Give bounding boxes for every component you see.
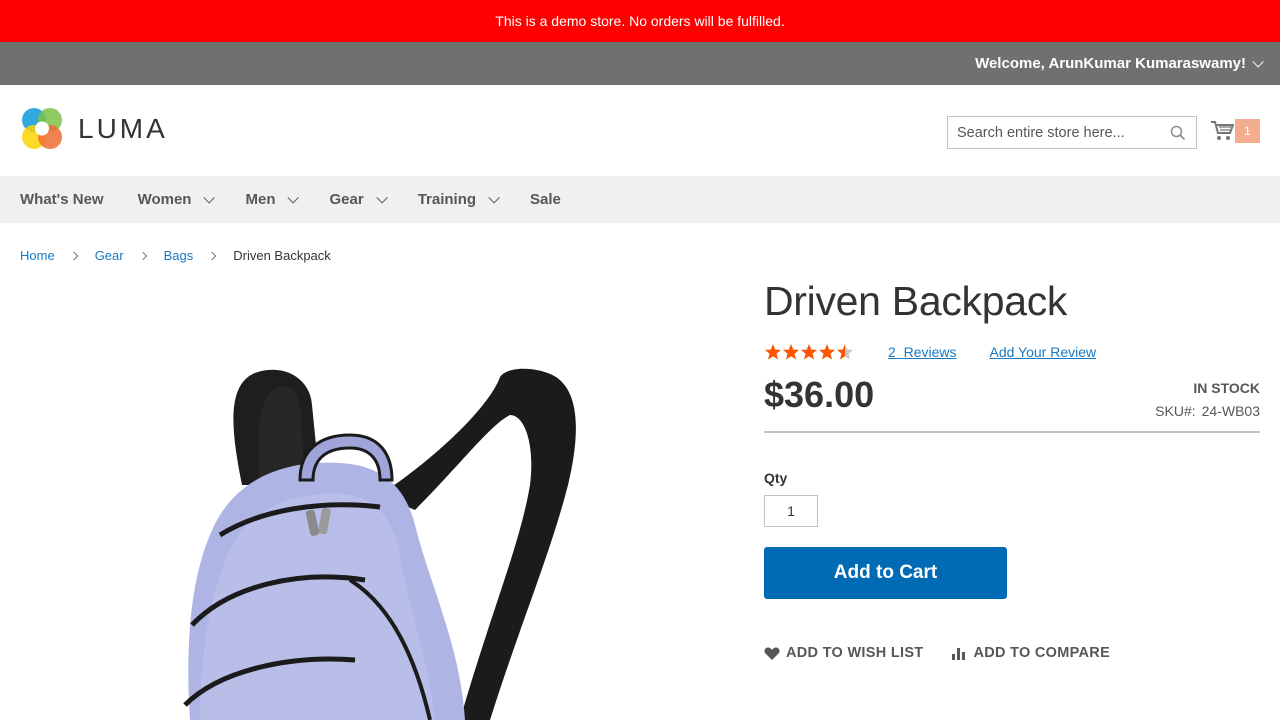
star-icon (819, 344, 835, 360)
star-icon (801, 344, 817, 360)
product-social-actions: ADD TO WISH LIST ADD TO COMPARE (764, 645, 1110, 661)
nav-item-label: Gear (329, 191, 364, 208)
search-icon[interactable] (1170, 125, 1186, 141)
nav-item-label: What's New (20, 191, 104, 208)
qty-label: Qty (764, 470, 788, 486)
rating-stars (764, 343, 854, 361)
search-box[interactable] (947, 116, 1197, 149)
divider (764, 431, 1260, 433)
add-to-cart-button[interactable]: Add to Cart (764, 547, 1007, 599)
main-navigation: What's New Women Men Gear Training Sale (0, 176, 1280, 223)
heart-icon (764, 647, 780, 660)
nav-item-label: Training (417, 191, 477, 208)
backpack-image (183, 368, 576, 720)
reviews-label: Reviews (903, 344, 957, 360)
product-image[interactable] (20, 285, 720, 720)
product-title: Driven Backpack (764, 278, 1068, 324)
nav-item-gear[interactable]: Gear (329, 191, 388, 208)
add-to-wishlist-link[interactable]: ADD TO WISH LIST (764, 645, 923, 661)
minicart[interactable]: 1 (1210, 118, 1260, 144)
nav-item-whats-new[interactable]: What's New (20, 191, 104, 208)
reviews-count: 2 (888, 344, 896, 360)
search-input[interactable] (957, 124, 1157, 141)
chevron-down-icon (376, 191, 388, 204)
chevron-right-icon (207, 251, 217, 260)
wishlist-label: ADD TO WISH LIST (786, 645, 924, 661)
chevron-down-icon (488, 191, 500, 204)
nav-item-women[interactable]: Women (137, 191, 216, 208)
luma-logo-icon (22, 108, 62, 149)
star-icon (765, 344, 781, 360)
breadcrumb-bags[interactable]: Bags (164, 248, 194, 263)
welcome-message: Welcome, ArunKumar Kumaraswamy! (975, 55, 1246, 72)
breadcrumb: Home Gear Bags Driven Backpack (20, 248, 331, 263)
chevron-down-icon (203, 191, 216, 204)
product-sku: SKU#: 24-WB03 (1155, 403, 1260, 419)
breadcrumb-home[interactable]: Home (20, 248, 55, 263)
chevron-down-icon[interactable] (1252, 55, 1264, 68)
nav-item-label: Women (137, 191, 192, 208)
luma-logo[interactable]: LUMA (20, 106, 168, 151)
nav-item-training[interactable]: Training (417, 191, 500, 208)
nav-item-men[interactable]: Men (245, 191, 300, 208)
demo-store-notice: This is a demo store. No orders will be … (0, 0, 1280, 42)
qty-input[interactable] (764, 495, 818, 527)
cart-count-badge: 1 (1235, 119, 1260, 143)
customer-welcome-menu[interactable]: Welcome, ArunKumar Kumaraswamy! (0, 42, 1280, 85)
logo-wordmark: LUMA (78, 112, 168, 144)
star-icon (783, 344, 799, 360)
product-rating: 2 Reviews Add Your Review (764, 343, 1096, 361)
compare-label: ADD TO COMPARE (973, 645, 1111, 661)
reviews-link[interactable]: 2 Reviews (888, 344, 956, 360)
stock-status: IN STOCK (1193, 380, 1260, 396)
nav-item-label: Sale (530, 191, 561, 208)
add-review-link[interactable]: Add Your Review (989, 344, 1096, 360)
add-to-compare-link[interactable]: ADD TO COMPARE (951, 645, 1110, 661)
breadcrumb-current: Driven Backpack (233, 248, 331, 263)
product-price: $36.00 (764, 374, 875, 415)
sku-label: SKU#: (1155, 403, 1196, 419)
chevron-right-icon (138, 251, 147, 260)
star-icon (837, 344, 853, 360)
nav-item-label: Men (245, 191, 276, 208)
sku-value: 24-WB03 (1201, 403, 1260, 419)
compare-icon (952, 647, 966, 660)
cart-icon[interactable] (1210, 120, 1234, 142)
chevron-down-icon (287, 191, 300, 204)
chevron-right-icon (69, 251, 78, 260)
breadcrumb-gear[interactable]: Gear (95, 248, 124, 263)
nav-item-sale[interactable]: Sale (530, 191, 561, 208)
